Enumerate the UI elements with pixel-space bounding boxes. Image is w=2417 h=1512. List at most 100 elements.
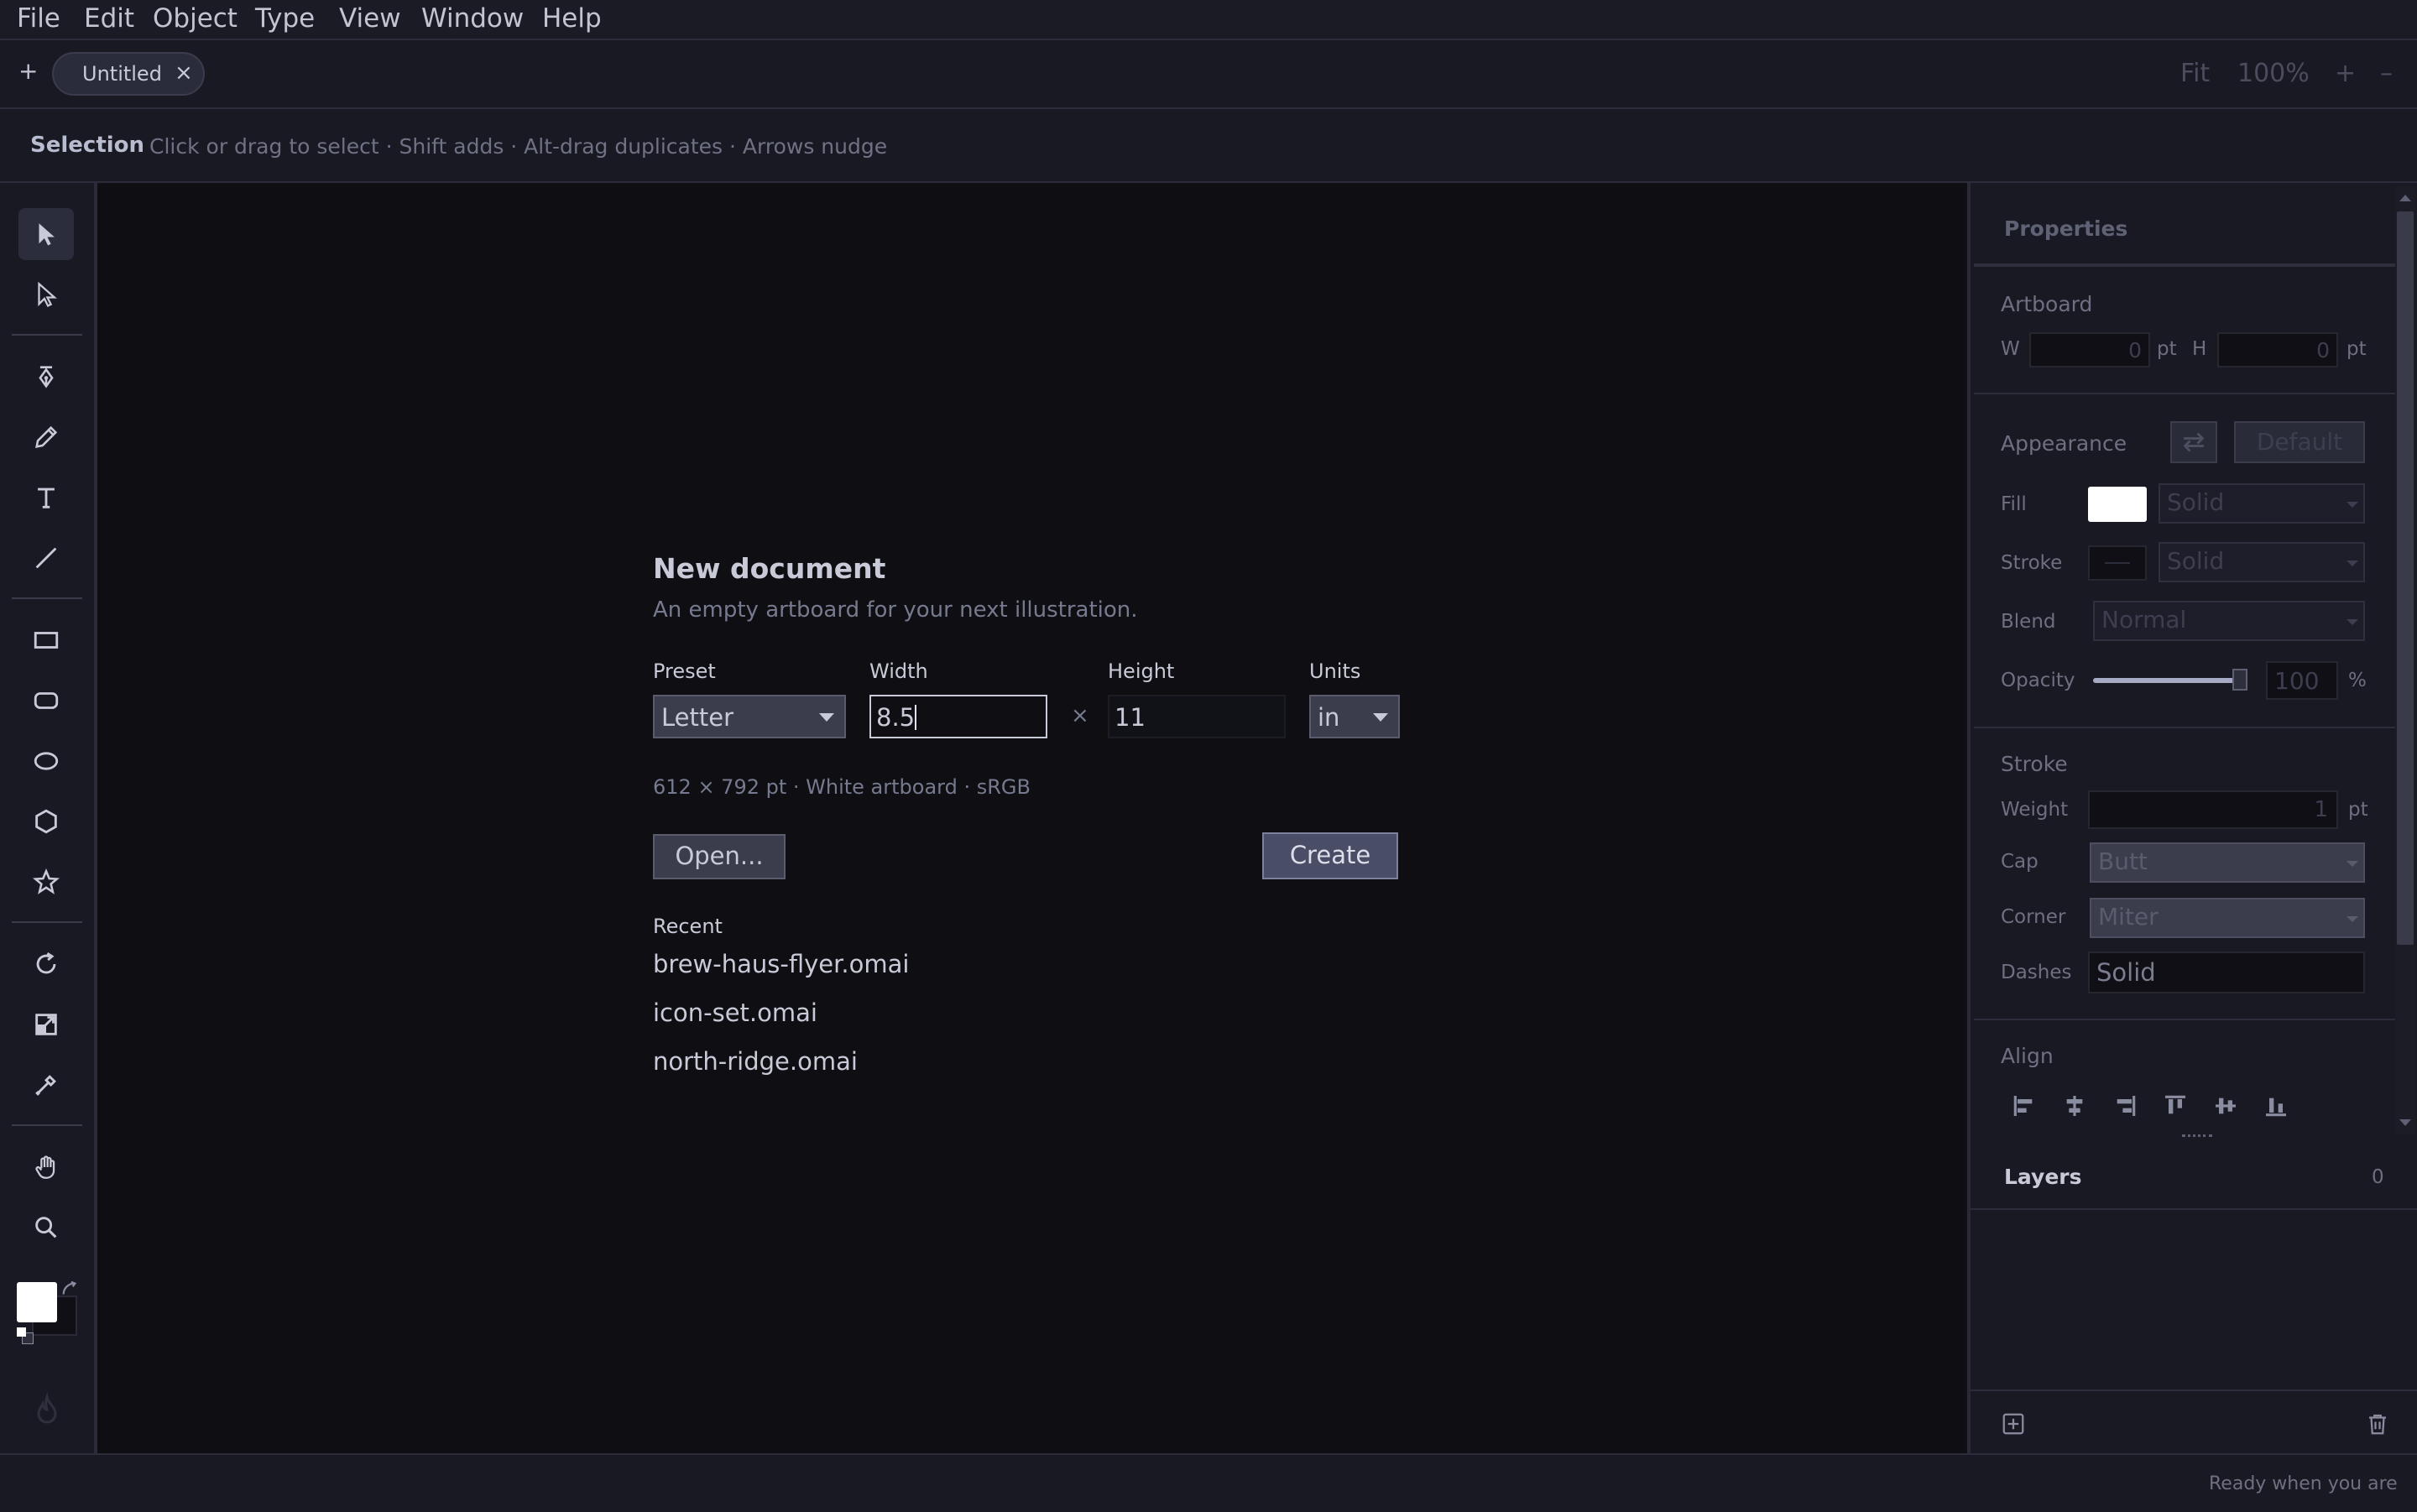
pen-tool[interactable] <box>18 351 74 403</box>
default-colors-icon[interactable] <box>17 1327 34 1344</box>
cap-select[interactable]: Butt <box>2090 842 2365 883</box>
width-value: 8.5 <box>876 703 916 732</box>
tab-title: Untitled <box>82 62 162 86</box>
swap-fill-stroke-button[interactable] <box>2170 421 2217 463</box>
opacity-slider-thumb[interactable] <box>2232 669 2247 691</box>
tool-divider <box>12 921 82 923</box>
align-vcenter-icon[interactable] <box>2212 1092 2239 1119</box>
zoom-level: 100% <box>2237 59 2310 88</box>
artboard-width-input[interactable]: 0 <box>2029 332 2150 368</box>
delete-layer-icon[interactable] <box>2365 1411 2390 1436</box>
create-button[interactable]: Create <box>1262 832 1398 879</box>
stroke-label: Stroke <box>2001 552 2063 574</box>
menu-object[interactable]: Object <box>153 3 238 34</box>
scale-icon <box>35 1014 57 1035</box>
fill-label: Fill <box>2001 493 2027 515</box>
panel-scrollbar[interactable] <box>2395 186 2415 1134</box>
align-left-icon[interactable] <box>2011 1092 2038 1119</box>
line-tool[interactable] <box>18 532 74 584</box>
scroll-down-icon[interactable] <box>2399 1119 2411 1126</box>
align-bottom-icon[interactable] <box>2263 1092 2289 1119</box>
default-appearance-button[interactable]: Default <box>2234 421 2365 463</box>
artboard-h-label: H <box>2192 338 2207 360</box>
new-tab-button[interactable]: + <box>18 57 38 85</box>
rectangle-tool[interactable] <box>18 614 74 666</box>
height-input[interactable]: 11 <box>1108 695 1286 738</box>
align-hcenter-icon[interactable] <box>2061 1092 2088 1119</box>
panel-resize-grip[interactable] <box>2182 1134 2212 1140</box>
star-tool[interactable] <box>18 856 74 908</box>
menu-window[interactable]: Window <box>421 3 524 34</box>
stroke-weight-label: Weight <box>2001 799 2069 821</box>
zoom-tool[interactable] <box>18 1202 74 1254</box>
tool-divider <box>12 1124 82 1126</box>
stroke-color-swatch[interactable] <box>2088 545 2147 581</box>
scrollbar-thumb[interactable] <box>2397 211 2414 945</box>
rotate-tool[interactable] <box>18 938 74 990</box>
menu-edit[interactable]: Edit <box>84 3 134 34</box>
panel-divider <box>1974 393 2395 394</box>
units-select[interactable]: in <box>1309 695 1400 738</box>
artboard-height-input[interactable]: 0 <box>2217 332 2338 368</box>
stroke-section-label: Stroke <box>2001 752 2068 776</box>
hand-tool[interactable] <box>18 1141 74 1193</box>
line-segment-icon <box>35 547 57 569</box>
recent-file[interactable]: north-ridge.omai <box>653 1047 858 1076</box>
star-icon <box>32 868 60 894</box>
eyedropper-tool[interactable] <box>18 1059 74 1111</box>
hollow-arrow-icon <box>38 281 57 307</box>
menu-type[interactable]: Type <box>255 3 315 34</box>
chevron-down-icon <box>2347 861 2358 867</box>
recent-file[interactable]: icon-set.omai <box>653 998 817 1027</box>
corner-select[interactable]: Miter <box>2090 898 2365 938</box>
add-layer-icon[interactable] <box>2001 1411 2026 1436</box>
align-top-icon[interactable] <box>2162 1092 2189 1119</box>
preset-select[interactable]: Letter <box>653 695 846 738</box>
chevron-down-icon <box>2347 916 2358 922</box>
canvas-area[interactable]: New document An empty artboard for your … <box>97 185 1964 1453</box>
fill-mode-select[interactable]: Solid <box>2159 483 2365 524</box>
opacity-input[interactable]: 100 <box>2266 661 2338 700</box>
zoom-in-button[interactable]: + <box>2335 59 2356 88</box>
zoom-fit-button[interactable]: Fit <box>2180 59 2210 88</box>
appearance-section-label: Appearance <box>2001 431 2127 456</box>
selection-tool[interactable] <box>18 208 74 260</box>
rounded-rectangle-tool[interactable] <box>18 675 74 727</box>
menu-help[interactable]: Help <box>542 3 602 34</box>
dashes-input[interactable]: Solid <box>2088 952 2365 993</box>
scale-tool[interactable] <box>18 998 74 1051</box>
ellipse-tool[interactable] <box>18 735 74 787</box>
scroll-up-icon[interactable] <box>2399 195 2411 201</box>
height-value: 11 <box>1115 703 1146 732</box>
rectangle-icon <box>34 632 59 649</box>
open-button[interactable]: Open... <box>653 834 786 879</box>
status-bar: Ready when you are <box>0 1453 2417 1512</box>
zoom-out-button[interactable]: – <box>2380 59 2393 88</box>
tab-untitled[interactable]: Untitled × <box>52 52 205 96</box>
tool-hint-bar: Selection Click or drag to select · Shif… <box>0 109 2417 183</box>
menu-view[interactable]: View <box>339 3 401 34</box>
preset-value: Letter <box>661 703 733 732</box>
ellipse-icon <box>34 752 59 770</box>
artboard-width-value: 0 <box>2128 338 2142 362</box>
width-input[interactable]: 8.5 <box>869 695 1047 738</box>
recent-file[interactable]: brew-haus-flyer.omai <box>653 950 909 978</box>
cap-label: Cap <box>2001 851 2039 873</box>
blend-mode-select[interactable]: Normal <box>2093 601 2365 641</box>
opacity-slider-track[interactable] <box>2093 669 2247 691</box>
pencil-tool[interactable] <box>18 411 74 463</box>
fill-swatch[interactable] <box>17 1282 57 1322</box>
swap-colors-icon[interactable] <box>60 1280 79 1299</box>
stroke-weight-input[interactable]: 1 <box>2088 790 2338 829</box>
arrow-pointer-icon <box>39 223 55 246</box>
hexagon-icon <box>35 809 57 834</box>
direct-selection-tool[interactable] <box>18 269 74 321</box>
stroke-mode-select[interactable]: Solid <box>2159 542 2365 582</box>
align-right-icon[interactable] <box>2112 1092 2138 1119</box>
tab-close-icon[interactable]: × <box>175 60 193 86</box>
polygon-tool[interactable] <box>18 795 74 847</box>
menu-file[interactable]: File <box>17 3 60 34</box>
fill-color-swatch[interactable] <box>2088 487 2147 522</box>
dashes-label: Dashes <box>2001 962 2072 983</box>
type-tool[interactable] <box>18 472 74 524</box>
